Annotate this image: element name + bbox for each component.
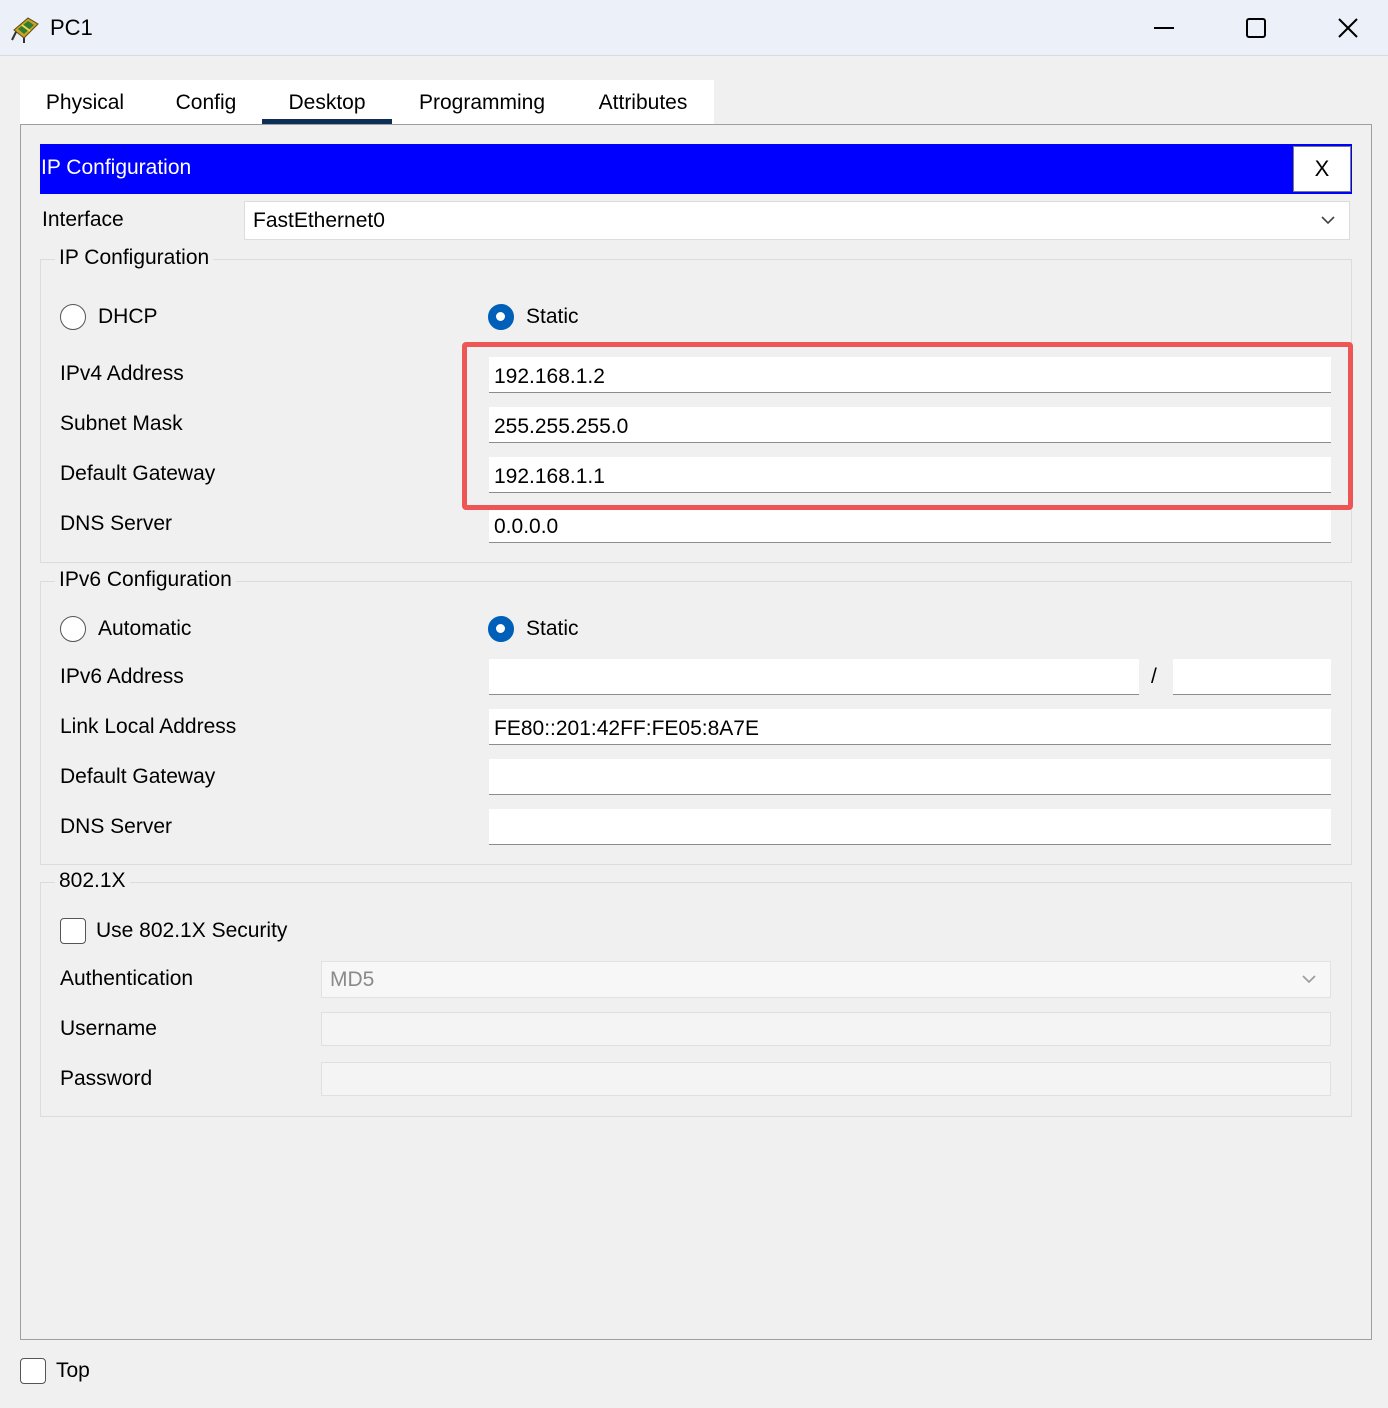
- ipv6-automatic-label: Automatic: [98, 617, 192, 640]
- link-local-input[interactable]: [489, 709, 1331, 745]
- interface-select[interactable]: FastEthernet0: [244, 201, 1350, 240]
- ipv4-dns-input[interactable]: [489, 507, 1331, 543]
- ipv6-static-label: Static: [526, 617, 579, 640]
- authentication-select[interactable]: MD5: [321, 961, 1331, 998]
- password-label: Password: [60, 1067, 153, 1090]
- username-input[interactable]: [321, 1012, 1331, 1046]
- ipv6-gateway-label: Default Gateway: [60, 765, 216, 788]
- tab-strip: Physical Config Desktop Programming Attr…: [20, 80, 714, 125]
- ipv4-group-title: IP Configuration: [55, 246, 214, 270]
- tab-attributes[interactable]: Attributes: [572, 80, 714, 125]
- top-label: Top: [56, 1359, 90, 1382]
- use-8021x-checkbox[interactable]: [60, 918, 86, 944]
- window-titlebar: PC1: [0, 0, 1388, 56]
- top-checkbox[interactable]: [20, 1358, 46, 1384]
- tab-physical[interactable]: Physical: [20, 80, 150, 125]
- ipv4-static-radio[interactable]: [488, 304, 514, 330]
- authentication-value: MD5: [330, 967, 375, 991]
- ipv6-static-radio[interactable]: [488, 616, 514, 642]
- subnet-mask-input[interactable]: [489, 407, 1331, 443]
- ipv6-prefix-input[interactable]: [1173, 659, 1331, 695]
- ipv6-automatic-radio[interactable]: [60, 616, 86, 642]
- link-local-label: Link Local Address: [60, 715, 237, 738]
- ipv6-dns-label: DNS Server: [60, 815, 173, 838]
- ipv4-dns-label: DNS Server: [60, 512, 173, 535]
- interface-value: FastEthernet0: [253, 208, 385, 232]
- tab-config[interactable]: Config: [150, 80, 262, 125]
- ipv6-group-title: IPv6 Configuration: [55, 568, 236, 592]
- ipv6-gateway-input[interactable]: [489, 759, 1331, 795]
- ipv6-dns-input[interactable]: [489, 809, 1331, 845]
- ipv6-address-input[interactable]: [489, 659, 1139, 695]
- tab-desktop[interactable]: Desktop: [262, 80, 392, 125]
- prefix-separator: /: [1151, 665, 1157, 688]
- maximize-icon: [1246, 18, 1266, 38]
- packet-tracer-pc-icon: [8, 10, 42, 44]
- ipv6-address-label: IPv6 Address: [60, 665, 184, 688]
- window-title: PC1: [50, 15, 93, 40]
- ipv4-address-label: IPv4 Address: [60, 362, 184, 385]
- ip-config-title: IP Configuration: [41, 156, 192, 179]
- chevron-down-icon: [1302, 974, 1316, 983]
- dot1x-group-title: 802.1X: [55, 869, 130, 893]
- authentication-label: Authentication: [60, 967, 194, 990]
- close-icon: [1338, 18, 1358, 38]
- ip-config-close-button[interactable]: X: [1293, 146, 1351, 192]
- ipv4-address-input[interactable]: [489, 357, 1331, 393]
- minimize-button[interactable]: [1118, 0, 1210, 56]
- ipv4-gateway-input[interactable]: [489, 457, 1331, 493]
- username-label: Username: [60, 1017, 157, 1040]
- ip-config-titlebar: [40, 144, 1352, 194]
- interface-label: Interface: [42, 208, 124, 231]
- ipv4-static-label: Static: [526, 305, 579, 328]
- dhcp-radio[interactable]: [60, 304, 86, 330]
- tab-programming[interactable]: Programming: [392, 80, 572, 125]
- maximize-button[interactable]: [1210, 0, 1302, 56]
- ipv4-gateway-label: Default Gateway: [60, 462, 216, 485]
- chevron-down-icon: [1321, 215, 1335, 224]
- password-input[interactable]: [321, 1062, 1331, 1096]
- close-button[interactable]: [1302, 0, 1388, 56]
- dhcp-label: DHCP: [98, 305, 158, 328]
- use-8021x-label: Use 802.1X Security: [96, 919, 288, 942]
- subnet-mask-label: Subnet Mask: [60, 412, 183, 435]
- minimize-icon: [1154, 27, 1174, 29]
